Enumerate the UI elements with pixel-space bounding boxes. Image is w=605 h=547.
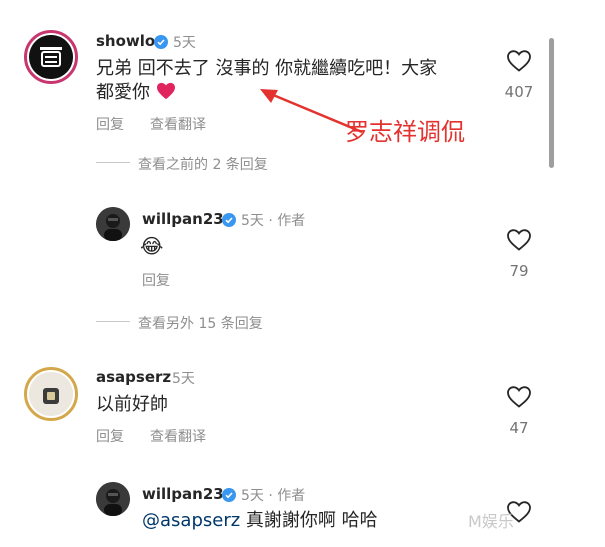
avatar-showlo[interactable] (24, 30, 78, 84)
translate-button[interactable]: 查看翻译 (150, 114, 206, 134)
comment-time: 5天 (172, 371, 195, 387)
comment-username[interactable]: willpan23 (142, 210, 224, 228)
like-heart-icon[interactable] (506, 49, 532, 73)
reply-button[interactable]: 回复 (96, 114, 124, 134)
view-more-replies-button[interactable]: 查看另外 15 条回复 (138, 313, 263, 333)
comment-text: 以前好帥 (96, 394, 168, 415)
comment-username[interactable]: willpan23 (142, 485, 224, 503)
like-count: 407 (504, 83, 534, 101)
comment-time: 5天 (173, 35, 196, 51)
view-previous-replies-button[interactable]: 查看之前的 2 条回复 (138, 154, 268, 174)
watermark: M娱乐 (468, 512, 514, 531)
verified-badge-icon (222, 213, 236, 227)
verified-badge-icon (222, 488, 236, 502)
mention-link[interactable]: @asapserz (142, 510, 240, 531)
profile-photo-icon (96, 482, 130, 516)
like-count: 79 (509, 262, 529, 280)
comment-text: @asapserz 真謝謝你啊 哈哈 (142, 510, 378, 531)
red-heart-emoji-icon (156, 82, 175, 100)
reply-button[interactable]: 回复 (96, 426, 124, 446)
annotation-text: 罗志祥调侃 (345, 118, 465, 146)
verified-badge-icon (154, 35, 168, 49)
like-count: 47 (509, 419, 529, 437)
profile-photo-icon (29, 372, 73, 416)
avatar-asapserz[interactable] (24, 367, 78, 421)
comment-username[interactable]: showlo (96, 32, 155, 50)
comment-text-line1: 兄弟 回不去了 沒事的 你就繼續吃吧！大家 (96, 58, 438, 79)
avatar-willpan23[interactable] (96, 207, 130, 241)
translate-button[interactable]: 查看翻译 (150, 426, 206, 446)
comment-meta: 5天 · 作者 (241, 213, 306, 229)
thread-line (96, 321, 130, 322)
avatar-willpan23[interactable] (96, 482, 130, 516)
comment-username[interactable]: asapserz (96, 368, 171, 386)
scrollbar[interactable] (549, 38, 554, 168)
profile-photo-icon (96, 207, 130, 241)
thread-line (96, 162, 130, 163)
comment-text: 😂 (140, 234, 164, 258)
like-heart-icon[interactable] (506, 228, 532, 252)
reply-button[interactable]: 回复 (142, 270, 170, 290)
comment-text-line2: 都愛你 (96, 80, 176, 105)
showlo-logo-icon (29, 35, 73, 79)
comment-meta: 5天 · 作者 (241, 488, 306, 504)
like-heart-icon[interactable] (506, 385, 532, 409)
